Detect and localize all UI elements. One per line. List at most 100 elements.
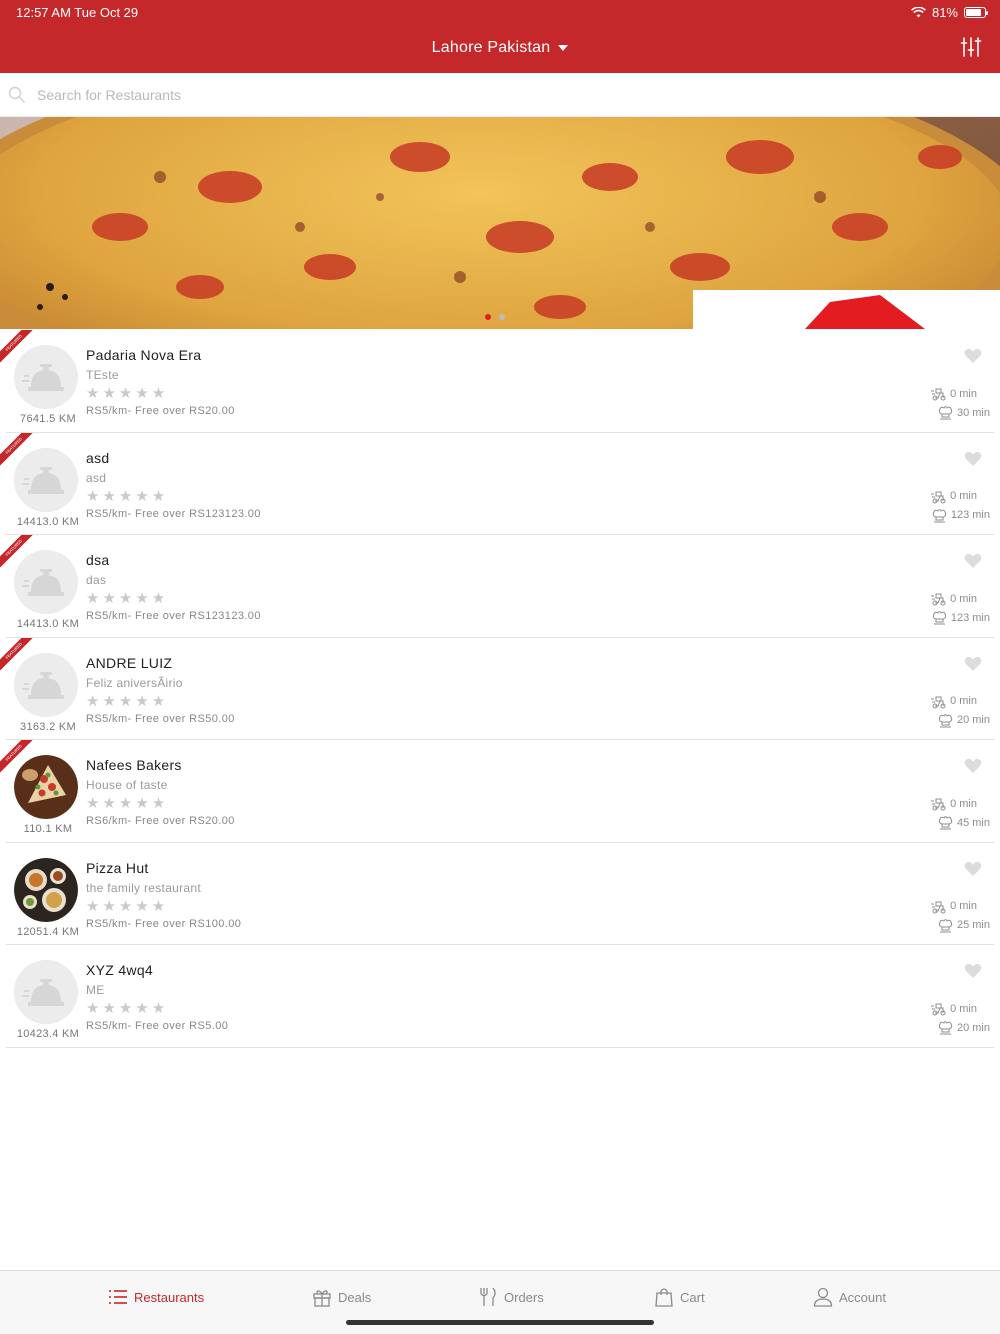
restaurant-row[interactable]: FEATURED 3163.2 KM ANDRE LUIZ Feliz anivers… <box>0 637 994 740</box>
restaurant-avatar <box>14 960 78 1024</box>
tab-orders[interactable]: Orders <box>478 1285 544 1309</box>
restaurant-name: Pizza Hut <box>86 859 149 876</box>
restaurant-row[interactable]: FEATURED 110.1 KM Nafees Bakers House of ta… <box>0 740 994 843</box>
chef-hat-icon <box>938 1021 953 1035</box>
search-bar <box>0 73 1000 117</box>
fork-knife-icon <box>480 1287 496 1306</box>
prep-time: 20 min <box>938 1020 990 1035</box>
prep-time: 30 min <box>938 405 990 420</box>
delivery-time-min: 0 min <box>931 694 977 709</box>
time-max-label: 25 min <box>956 919 990 931</box>
food-photo <box>14 755 78 819</box>
heart-icon[interactable] <box>964 656 982 672</box>
chef-hat-icon <box>932 611 947 625</box>
restaurant-tagline: the family restaurant <box>86 880 202 895</box>
tab-account[interactable]: Account <box>813 1285 886 1309</box>
cloche-placeholder-icon <box>14 345 78 409</box>
battery-percent: 81% <box>931 5 958 20</box>
wifi-icon <box>911 7 926 18</box>
cloche-placeholder-icon <box>14 550 78 614</box>
restaurant-name: Nafees Bakers <box>86 757 182 773</box>
carousel-dot[interactable] <box>499 314 505 320</box>
caret-down-icon <box>558 44 569 51</box>
tab-cart[interactable]: Cart <box>654 1285 705 1309</box>
location-selector[interactable]: Lahore Pakistan <box>0 39 1000 57</box>
restaurant-row[interactable]: 12051.4 KM Pizza Hut the family restaurant… <box>6 843 994 945</box>
restaurant-name: ANDRE LUIZ <box>86 654 173 671</box>
rating-stars: ★★★★★ <box>86 795 169 812</box>
time-max-label: 45 min <box>956 816 990 829</box>
restaurant-row[interactable]: 10423.4 KM XYZ 4wq4 ME ★★★★★ RS5/km- Free ov… <box>6 945 994 1048</box>
time-min-label: 0 min <box>950 592 977 605</box>
restaurant-avatar <box>14 857 78 922</box>
promo-banner[interactable] <box>0 117 1000 329</box>
heart-icon[interactable] <box>964 553 982 569</box>
delivery-scooter-icon <box>931 901 946 913</box>
restaurant-avatar <box>14 755 78 819</box>
delivery-scooter-icon <box>931 491 946 503</box>
battery-icon <box>964 7 988 18</box>
cloche-placeholder-icon <box>14 652 78 717</box>
time-max-label: 20 min <box>956 714 990 726</box>
restaurant-distance: 10423.4 KM <box>16 1028 80 1040</box>
list-icon <box>109 1290 127 1304</box>
chef-hat-icon <box>938 918 953 932</box>
delivery-fee: RS5/km- Free over RS50.00 <box>86 712 235 725</box>
restaurant-row[interactable]: FEATURED 14413.0 KM dsa das ★★★★★ RS5/km- Fre… <box>0 535 994 638</box>
restaurant-avatar <box>14 447 78 512</box>
restaurant-name: Padaria Nova Era <box>86 347 202 363</box>
rating-stars: ★★★★★ <box>86 1000 169 1017</box>
filter-icon[interactable] <box>960 36 982 58</box>
rating-stars: ★★★★★ <box>86 692 169 710</box>
delivery-time-min: 0 min <box>931 796 977 811</box>
dishes-photo <box>14 857 78 922</box>
restaurant-avatar <box>14 550 78 614</box>
tab-deals[interactable]: Deals <box>312 1285 371 1309</box>
restaurant-avatar <box>14 652 78 717</box>
carousel-dot[interactable] <box>485 314 491 320</box>
restaurant-name: dsa <box>86 552 110 568</box>
heart-icon[interactable] <box>964 451 982 467</box>
time-max-label: 123 min <box>950 509 990 521</box>
restaurant-avatar <box>14 345 78 409</box>
time-max-label: 30 min <box>956 406 990 419</box>
pizza-banner-image <box>0 117 1000 329</box>
restaurant-distance: 14413.0 KM <box>16 618 80 630</box>
time-max-label: 20 min <box>956 1021 990 1034</box>
tab-label: Account <box>839 1289 886 1305</box>
time-min-label: 0 min <box>950 797 977 810</box>
delivery-fee: RS5/km- Free over RS123123.00 <box>86 507 261 520</box>
bag-icon <box>655 1288 673 1307</box>
delivery-scooter-icon <box>931 593 946 606</box>
tab-label: Cart <box>680 1289 705 1305</box>
delivery-fee: RS5/km- Free over RS20.00 <box>86 405 235 417</box>
heart-icon[interactable] <box>964 963 982 979</box>
delivery-time-min: 0 min <box>931 386 977 401</box>
restaurant-tagline: House of taste <box>86 778 168 792</box>
time-min-label: 0 min <box>950 900 977 912</box>
gift-icon <box>313 1290 331 1307</box>
delivery-fee: RS6/km- Free over RS20.00 <box>86 815 235 827</box>
restaurant-tagline: asd <box>86 470 107 485</box>
delivery-scooter-icon <box>931 1003 946 1016</box>
rating-stars: ★★★★★ <box>86 590 169 607</box>
restaurant-tagline: TEste <box>86 368 119 382</box>
restaurant-name: XYZ 4wq4 <box>86 962 153 978</box>
restaurant-row[interactable]: FEATURED 7641.5 KM Padaria Nova Era TEste ★★… <box>0 330 994 433</box>
restaurant-row[interactable]: FEATURED 14413.0 KM asd asd ★★★★★ RS5/km- Fre… <box>0 432 994 535</box>
restaurant-distance: 7641.5 KM <box>20 413 76 425</box>
delivery-scooter-icon <box>931 696 946 708</box>
heart-icon[interactable] <box>964 758 982 774</box>
prep-time: 25 min <box>938 918 990 933</box>
status-time: 12:57 AM Tue Oct 29 <box>16 5 139 20</box>
tab-restaurants[interactable]: Restaurants <box>108 1285 204 1309</box>
top-bar: 12:57 AM Tue Oct 29 81% Lahore Pakistan <box>0 0 1000 73</box>
heart-icon[interactable] <box>964 348 982 364</box>
rating-stars: ★★★★★ <box>86 897 169 915</box>
heart-icon[interactable] <box>964 861 982 877</box>
search-input[interactable] <box>37 84 937 106</box>
restaurant-tagline: das <box>86 573 107 587</box>
restaurant-name: asd <box>86 449 110 466</box>
status-icons: 81% <box>911 5 988 20</box>
prep-time: 45 min <box>938 815 990 830</box>
